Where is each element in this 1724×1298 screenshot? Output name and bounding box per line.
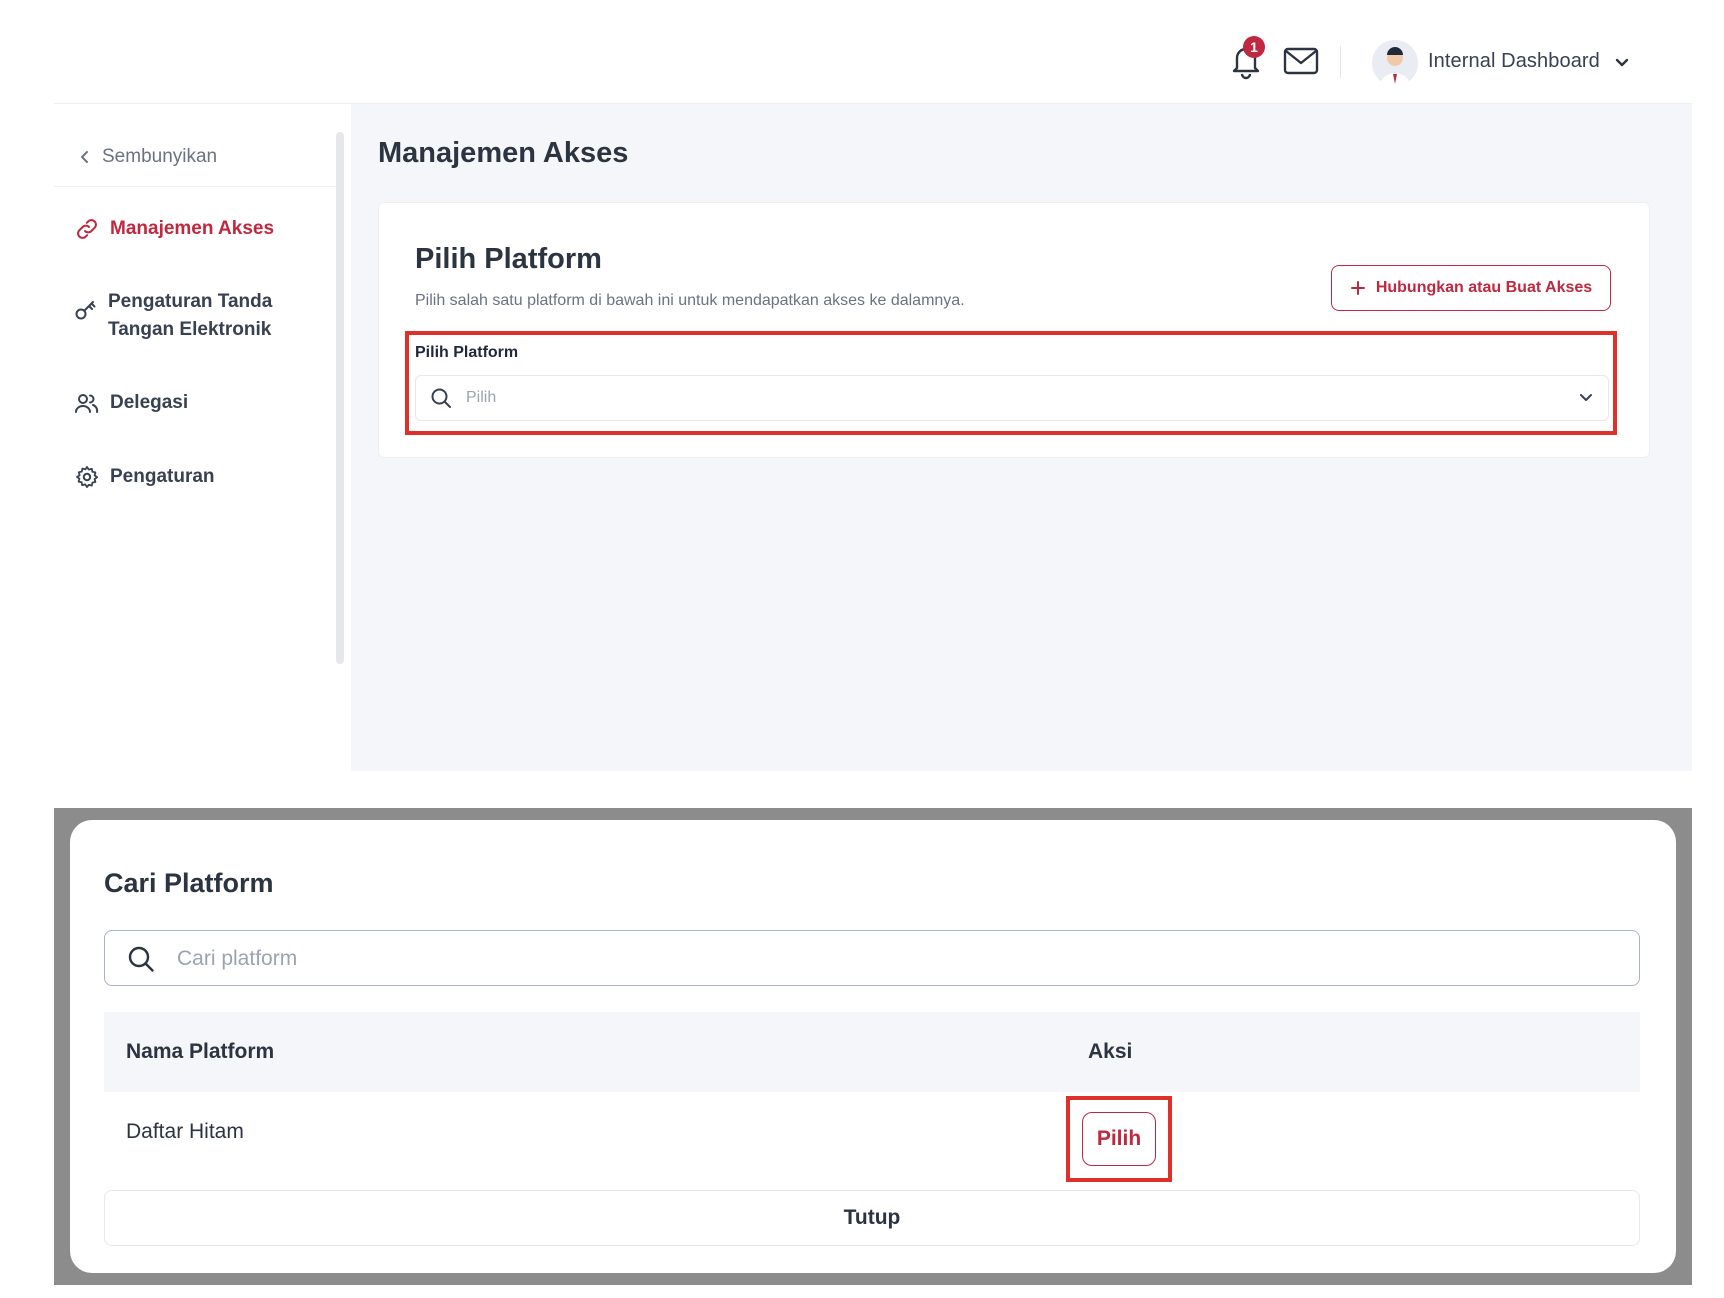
platform-select-placeholder: Pilih (466, 389, 497, 406)
notification-bell-button[interactable]: 1 (1229, 36, 1265, 80)
mail-icon (1283, 47, 1319, 75)
card-title: Pilih Platform (415, 243, 602, 275)
chevron-left-icon (81, 151, 88, 163)
hide-sidebar-label: Sembunyikan (102, 146, 218, 167)
sidebar-item-label: Pengaturan Tanda Tangan Elektronik (108, 291, 273, 340)
platform-field-label: Pilih Platform (415, 344, 519, 361)
header-divider (1340, 46, 1341, 78)
platform-card: Pilih Platform Pilih salah satu platform… (378, 202, 1650, 458)
plus-icon (1350, 281, 1365, 295)
sidebar-divider (54, 186, 336, 187)
column-header-platform-name: Nama Platform (126, 1040, 275, 1063)
sidebar-item-manajemen-akses[interactable]: Manajemen Akses (74, 215, 274, 243)
sidebar-scrollbar[interactable] (336, 132, 344, 664)
search-platform-modal: Cari Platform Nama Platform Aksi Daftar … (70, 820, 1676, 1273)
search-icon (431, 388, 451, 408)
page-title: Manajemen Akses (378, 137, 629, 169)
notification-badge: 1 (1243, 36, 1265, 58)
search-platform-screen: Cari Platform Nama Platform Aksi Daftar … (54, 808, 1692, 1285)
user-name[interactable]: Internal Dashboard (1428, 50, 1600, 73)
gear-icon (74, 463, 100, 491)
access-management-screen: 1 Internal Dashboard Sembunyikan Manajem… (0, 0, 1724, 771)
sidebar-item-delegasi[interactable]: Delegasi (74, 389, 188, 417)
column-header-action: Aksi (1088, 1040, 1133, 1063)
mail-button[interactable] (1283, 46, 1319, 76)
sidebar-item-pengaturan[interactable]: Pengaturan (74, 463, 215, 491)
app-body: Sembunyikan Manajemen Akses Pengaturan T… (54, 103, 1692, 771)
table-row: Daftar Hitam (104, 1092, 1640, 1172)
sidebar-item-label: Delegasi (110, 392, 189, 413)
avatar[interactable] (1372, 40, 1418, 86)
user-avatar-icon (1372, 40, 1418, 86)
sidebar-item-pengaturan-tte[interactable]: Pengaturan Tanda Tangan Elektronik (74, 288, 294, 344)
platform-name-cell: Daftar Hitam (126, 1120, 244, 1143)
table-header: Nama Platform Aksi (104, 1012, 1640, 1092)
platform-select[interactable]: Pilih (415, 375, 1609, 421)
sidebar-item-label: Pengaturan (110, 466, 215, 487)
link-icon (74, 215, 100, 243)
main-content: Manajemen Akses Pilih Platform Pilih sal… (351, 104, 1692, 771)
pick-platform-button[interactable]: Pilih (1082, 1112, 1156, 1166)
user-menu-chevron[interactable] (1614, 55, 1630, 71)
card-subtitle: Pilih salah satu platform di bawah ini u… (415, 292, 965, 309)
hide-sidebar-button[interactable]: Sembunyikan (78, 146, 217, 168)
chevron-down-icon (1580, 394, 1592, 401)
key-icon (74, 296, 98, 324)
sidebar: Sembunyikan Manajemen Akses Pengaturan T… (54, 104, 349, 771)
close-button[interactable]: Tutup (104, 1190, 1640, 1246)
search-icon (128, 946, 154, 972)
chevron-down-icon (1615, 58, 1629, 67)
platform-search-input[interactable] (175, 941, 1619, 977)
modal-title: Cari Platform (104, 868, 274, 898)
connect-or-create-access-button[interactable]: Hubungkan atau Buat Akses (1331, 265, 1611, 311)
top-header: 1 Internal Dashboard (0, 0, 1724, 103)
platform-search-box (104, 930, 1640, 986)
users-icon (74, 389, 100, 417)
connect-button-label: Hubungkan atau Buat Akses (1375, 279, 1593, 296)
sidebar-item-label: Manajemen Akses (110, 218, 275, 239)
